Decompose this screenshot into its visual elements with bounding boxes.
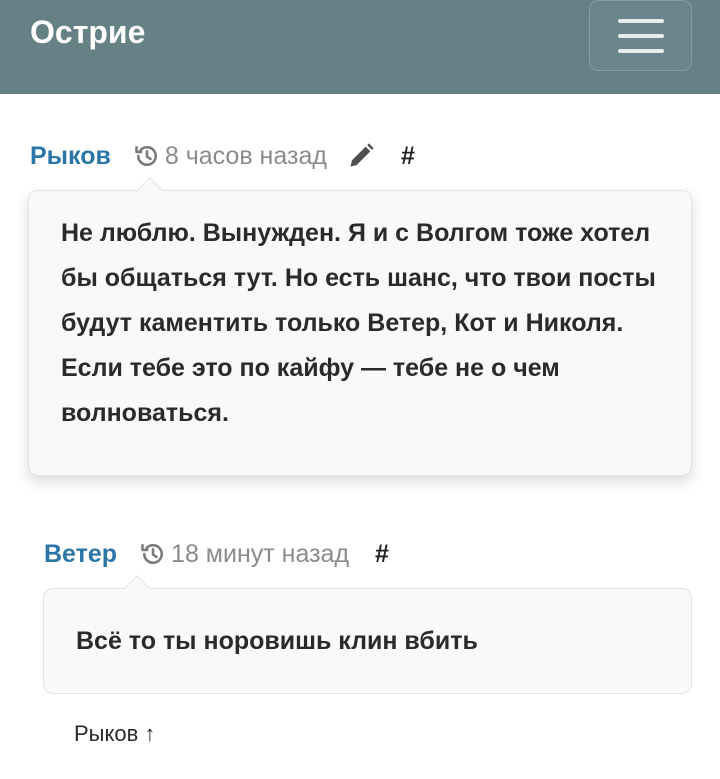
hamburger-icon-bar xyxy=(618,34,664,38)
comment-author[interactable]: Рыков xyxy=(30,142,111,171)
history-icon xyxy=(141,543,164,565)
hamburger-icon xyxy=(618,19,664,23)
comment-meta: Рыков 8 часов назад # xyxy=(30,139,415,173)
history-icon xyxy=(135,145,157,167)
navbar: Острие xyxy=(0,0,720,94)
comment-meta: Ветер 18 минут назад # xyxy=(44,537,389,571)
hamburger-icon-bar xyxy=(618,49,664,53)
menu-button[interactable] xyxy=(589,0,692,71)
bubble-pointer xyxy=(137,177,163,203)
comment-text: Не люблю. Вынужден. Я и с Волгом тоже хо… xyxy=(61,219,656,427)
comment-text: Всё то ты норовишь клин вбить xyxy=(76,627,478,655)
comment-body: Всё то ты норовишь клин вбить xyxy=(43,575,692,694)
comment-anchor-link[interactable]: # xyxy=(375,540,389,569)
bubble-pointer xyxy=(124,575,150,601)
comment-anchor-link[interactable]: # xyxy=(401,142,415,171)
comment-body: Не люблю. Вынужден. Я и с Волгом тоже хо… xyxy=(28,177,692,476)
comment-author[interactable]: Ветер xyxy=(44,540,117,569)
brand-title[interactable]: Острие xyxy=(30,14,145,51)
reply-to-link[interactable]: Рыков ↑ xyxy=(74,721,155,747)
comment-time[interactable]: 18 минут назад xyxy=(171,540,349,569)
pencil-icon[interactable] xyxy=(347,142,375,170)
comment-time[interactable]: 8 часов назад xyxy=(165,142,327,171)
